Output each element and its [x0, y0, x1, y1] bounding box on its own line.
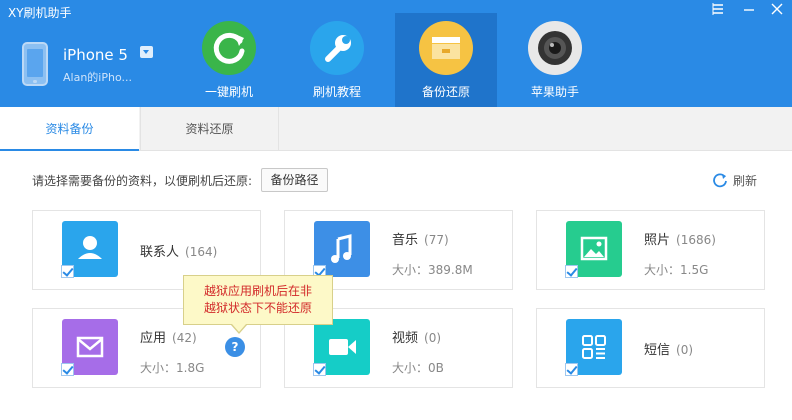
device-name: iPhone 5: [63, 46, 128, 64]
device-selector[interactable]: iPhone 5 Alan的iPho...: [18, 40, 188, 92]
card-count: (1686): [676, 233, 716, 247]
tab-bar: 资料备份 资料还原: [0, 107, 792, 151]
refresh-icon[interactable]: [712, 172, 728, 188]
backup-card-sms[interactable]: 短信 (0): [536, 308, 765, 388]
wrench-icon: [310, 21, 364, 75]
card-size: 大小：0B: [392, 361, 444, 375]
checkbox[interactable]: [61, 265, 74, 278]
card-title: 短信 (0): [644, 339, 693, 358]
checkbox[interactable]: [313, 363, 326, 376]
checkbox[interactable]: [565, 363, 578, 376]
nav-label: 苹果助手: [530, 85, 579, 99]
tooltip: 越狱应用刷机后在非 越狱状态下不能还原: [183, 275, 333, 334]
grid-icon: [565, 319, 622, 376]
app-title: XY刷机助手: [8, 6, 72, 20]
card-title: 视频 (0): [392, 327, 441, 346]
card-title: 应用 (42): [140, 327, 197, 346]
chevron-down-icon[interactable]: [140, 46, 153, 58]
tooltip-line: 越狱状态下不能还原: [203, 301, 312, 315]
video-camera-icon: [313, 319, 370, 376]
card-title: 音乐 (77): [392, 229, 449, 248]
tab-data-restore[interactable]: 资料还原: [140, 107, 279, 151]
card-size: 大小：1.5G: [644, 263, 709, 277]
card-name: 视频: [392, 331, 419, 346]
image-icon: [565, 221, 622, 278]
backup-card-photos[interactable]: 照片 (1686) 大小：1.5G: [536, 210, 765, 290]
card-count: (0): [424, 331, 442, 345]
card-name: 应用: [140, 331, 167, 346]
card-name: 照片: [644, 233, 671, 248]
nav-apple-assistant[interactable]: 苹果助手: [504, 13, 606, 107]
nav-one-click-flash[interactable]: 一键刷机: [178, 13, 280, 107]
checkbox[interactable]: [61, 363, 74, 376]
nav-flash-tutorial[interactable]: 刷机教程: [286, 13, 388, 107]
card-count: (42): [172, 331, 197, 345]
contact-icon: [61, 221, 118, 278]
card-name: 联系人: [140, 245, 180, 260]
card-count: (77): [424, 233, 449, 247]
nav-backup-restore[interactable]: 备份还原: [395, 13, 497, 107]
folder-icon: [419, 21, 473, 75]
tab-data-backup[interactable]: 资料备份: [0, 107, 139, 151]
camera-lens-icon: [528, 21, 582, 75]
nav-label: 一键刷机: [204, 85, 253, 99]
card-title: 照片 (1686): [644, 229, 716, 248]
card-size: 大小：1.8G: [140, 361, 205, 375]
envelope-icon: [61, 319, 118, 376]
help-icon[interactable]: ?: [225, 337, 245, 357]
menu-icon[interactable]: [707, 2, 729, 22]
refresh-button[interactable]: 刷新: [733, 172, 757, 189]
checkbox[interactable]: [565, 265, 578, 278]
tooltip-line: 越狱应用刷机后在非: [203, 284, 312, 298]
card-title: 联系人 (164): [140, 241, 217, 260]
music-note-icon: [313, 221, 370, 278]
header-bar: XY刷机助手 iPhone 5 Alan的iPho... 一键刷机 刷机教程 备…: [0, 0, 792, 107]
close-icon[interactable]: [766, 2, 788, 22]
minimize-icon[interactable]: [738, 2, 760, 22]
card-count: (164): [185, 245, 218, 259]
card-name: 音乐: [392, 233, 419, 248]
nav-label: 备份还原: [421, 85, 470, 99]
card-name: 短信: [644, 343, 671, 358]
card-count: (0): [676, 343, 694, 357]
card-size: 大小：389.8M: [392, 263, 473, 277]
backup-path-button[interactable]: 备份路径: [261, 168, 328, 192]
phone-icon: [22, 42, 48, 86]
device-owner: Alan的iPho...: [63, 71, 132, 84]
refresh-circle-icon: [202, 21, 256, 75]
instruction-text: 请选择需要备份的资料，以便刷机后还原:: [32, 174, 253, 188]
nav-label: 刷机教程: [312, 85, 361, 99]
